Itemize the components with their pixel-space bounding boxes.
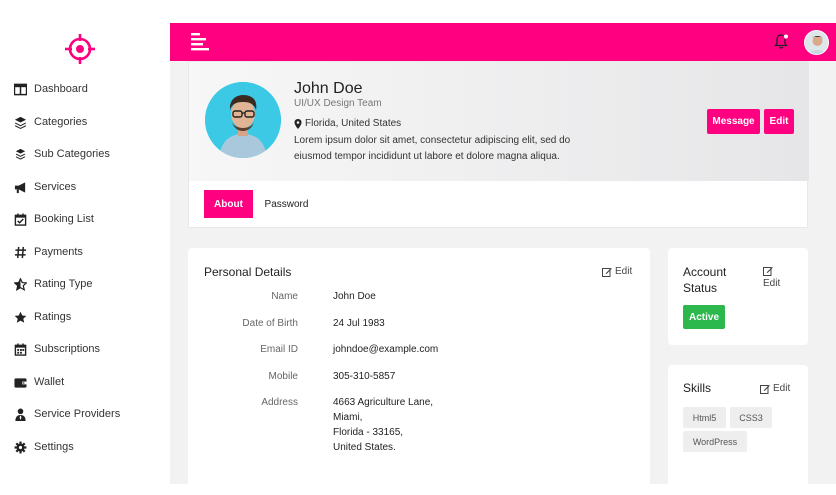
sidebar-item-booking-list[interactable]: Booking List: [14, 208, 94, 230]
sidebar-item-label: Sub Categories: [34, 148, 110, 160]
profile-about: Lorem ipsum dolor sit amet, consectetur …: [294, 135, 571, 162]
sidebar-item-sub-categories[interactable]: Sub Categories: [14, 143, 110, 165]
sidebar-item-label: Payments: [34, 246, 83, 258]
message-button[interactable]: Message: [707, 109, 760, 134]
detail-label-dob: Date of Birth: [242, 318, 298, 329]
detail-value-address: 4663 Agriculture Lane, Miami, Florida - …: [333, 397, 434, 453]
skills-edit-link[interactable]: Edit: [760, 383, 790, 394]
sidebar-item-label: Settings: [34, 441, 74, 453]
detail-value-mobile: 305-310-5857: [333, 371, 396, 382]
tab-about[interactable]: About: [204, 190, 253, 218]
profile-location-text: Florida, United States: [305, 118, 402, 129]
personal-edit-link[interactable]: Edit: [602, 266, 632, 277]
tab-password[interactable]: Password: [259, 190, 314, 218]
edit-icon: [602, 267, 612, 277]
skills-card: Skills Edit Html5 CSS3 WordPress: [668, 365, 808, 495]
gear-icon: [14, 441, 27, 453]
sidebar-item-rating-type[interactable]: Rating Type: [14, 273, 93, 295]
sidebar-item-label: Rating Type: [34, 278, 93, 290]
menu-toggle-icon[interactable]: [191, 33, 209, 51]
profile-team: UI/UX Design Team: [294, 98, 382, 109]
detail-value-dob: 24 Jul 1983: [333, 318, 385, 329]
personal-details-title: Personal Details: [204, 265, 292, 279]
personal-edit-label: Edit: [615, 266, 633, 277]
star-half-icon: [14, 277, 27, 291]
star-icon: [14, 311, 27, 323]
account-edit-link[interactable]: Edit: [763, 266, 780, 289]
sidebar-item-label: Services: [34, 181, 77, 193]
profile-avatar: [205, 82, 281, 158]
detail-label-email: Email ID: [260, 344, 298, 355]
sidebar-item-label: Booking List: [34, 213, 94, 225]
sidebar-item-label: Categories: [34, 116, 88, 128]
calendar-check-icon: [14, 212, 27, 226]
sidebar-item-services[interactable]: Services: [14, 176, 76, 198]
megaphone-icon: [14, 181, 26, 193]
sidebar-item-label: Service Providers: [34, 408, 121, 420]
target-logo-icon[interactable]: [64, 33, 96, 65]
profile-edit-button[interactable]: Edit: [764, 109, 794, 134]
skills-edit-label: Edit: [773, 383, 791, 394]
sidebar-item-label: Ratings: [34, 311, 72, 323]
sidebar-item-ratings[interactable]: Ratings: [14, 306, 71, 328]
profile-header: John Doe UI/UX Design Team Florida, Unit…: [189, 62, 809, 181]
map-marker-icon: [294, 118, 302, 129]
hash-icon: [14, 246, 27, 258]
account-title-line2: Status: [683, 281, 718, 295]
detail-label-mobile: Mobile: [268, 371, 298, 382]
skill-chip: CSS3: [730, 407, 772, 428]
detail-value-email: johndoe@example.com: [333, 344, 439, 355]
sidebar-item-subscriptions[interactable]: Subscriptions: [14, 338, 100, 360]
skills-title: Skills: [683, 381, 712, 395]
account-status-title: Account Status: [683, 264, 726, 296]
profile-name: John Doe: [294, 80, 363, 97]
avatar-person-icon: [805, 31, 828, 54]
user-avatar[interactable]: [804, 30, 829, 55]
account-status-card: Account Status Edit Active: [668, 248, 808, 345]
top-navbar: [170, 23, 836, 61]
sidebar-item-label: Subscriptions: [34, 343, 101, 355]
sidebar-item-dashboard[interactable]: Dashboard: [14, 78, 88, 100]
sidebar-item-settings[interactable]: Settings: [14, 436, 74, 458]
profile-card: John Doe UI/UX Design Team Florida, Unit…: [188, 61, 809, 228]
edit-icon: [760, 384, 770, 394]
sidebar-item-service-providers[interactable]: Service Providers: [14, 403, 120, 425]
sidebar-item-label: Wallet: [34, 376, 65, 388]
detail-label-address: Address: [261, 397, 298, 408]
account-edit-label: Edit: [763, 278, 781, 289]
sidebar-item-wallet[interactable]: Wallet: [14, 371, 64, 393]
detail-label-name: Name: [271, 291, 298, 302]
skill-chip: Html5: [683, 407, 726, 428]
detail-value-name: John Doe: [333, 291, 376, 302]
sidebar-item-payments[interactable]: Payments: [14, 241, 83, 263]
personal-details-card: Personal Details Edit Name John Doe Date…: [188, 248, 650, 488]
account-title-line1: Account: [683, 265, 727, 279]
profile-location: Florida, United States: [294, 118, 401, 129]
sidebar-item-label: Dashboard: [34, 83, 88, 95]
sidebar: Dashboard Categories Sub Categories Serv…: [0, 0, 170, 484]
skill-chip: WordPress: [683, 431, 747, 452]
calendar-icon: [14, 342, 27, 356]
notification-bell-icon[interactable]: [774, 33, 790, 50]
dashboard-icon: [14, 83, 27, 95]
sidebar-item-categories[interactable]: Categories: [14, 111, 87, 133]
wallet-icon: [14, 377, 27, 388]
edit-icon: [763, 267, 773, 276]
status-badge: Active: [683, 305, 725, 329]
layers-icon: [14, 116, 27, 129]
profile-photo-icon: [205, 82, 281, 158]
user-tie-icon: [15, 408, 26, 421]
main-content: John Doe UI/UX Design Team Florida, Unit…: [170, 61, 836, 495]
layers-icon: [15, 148, 26, 160]
